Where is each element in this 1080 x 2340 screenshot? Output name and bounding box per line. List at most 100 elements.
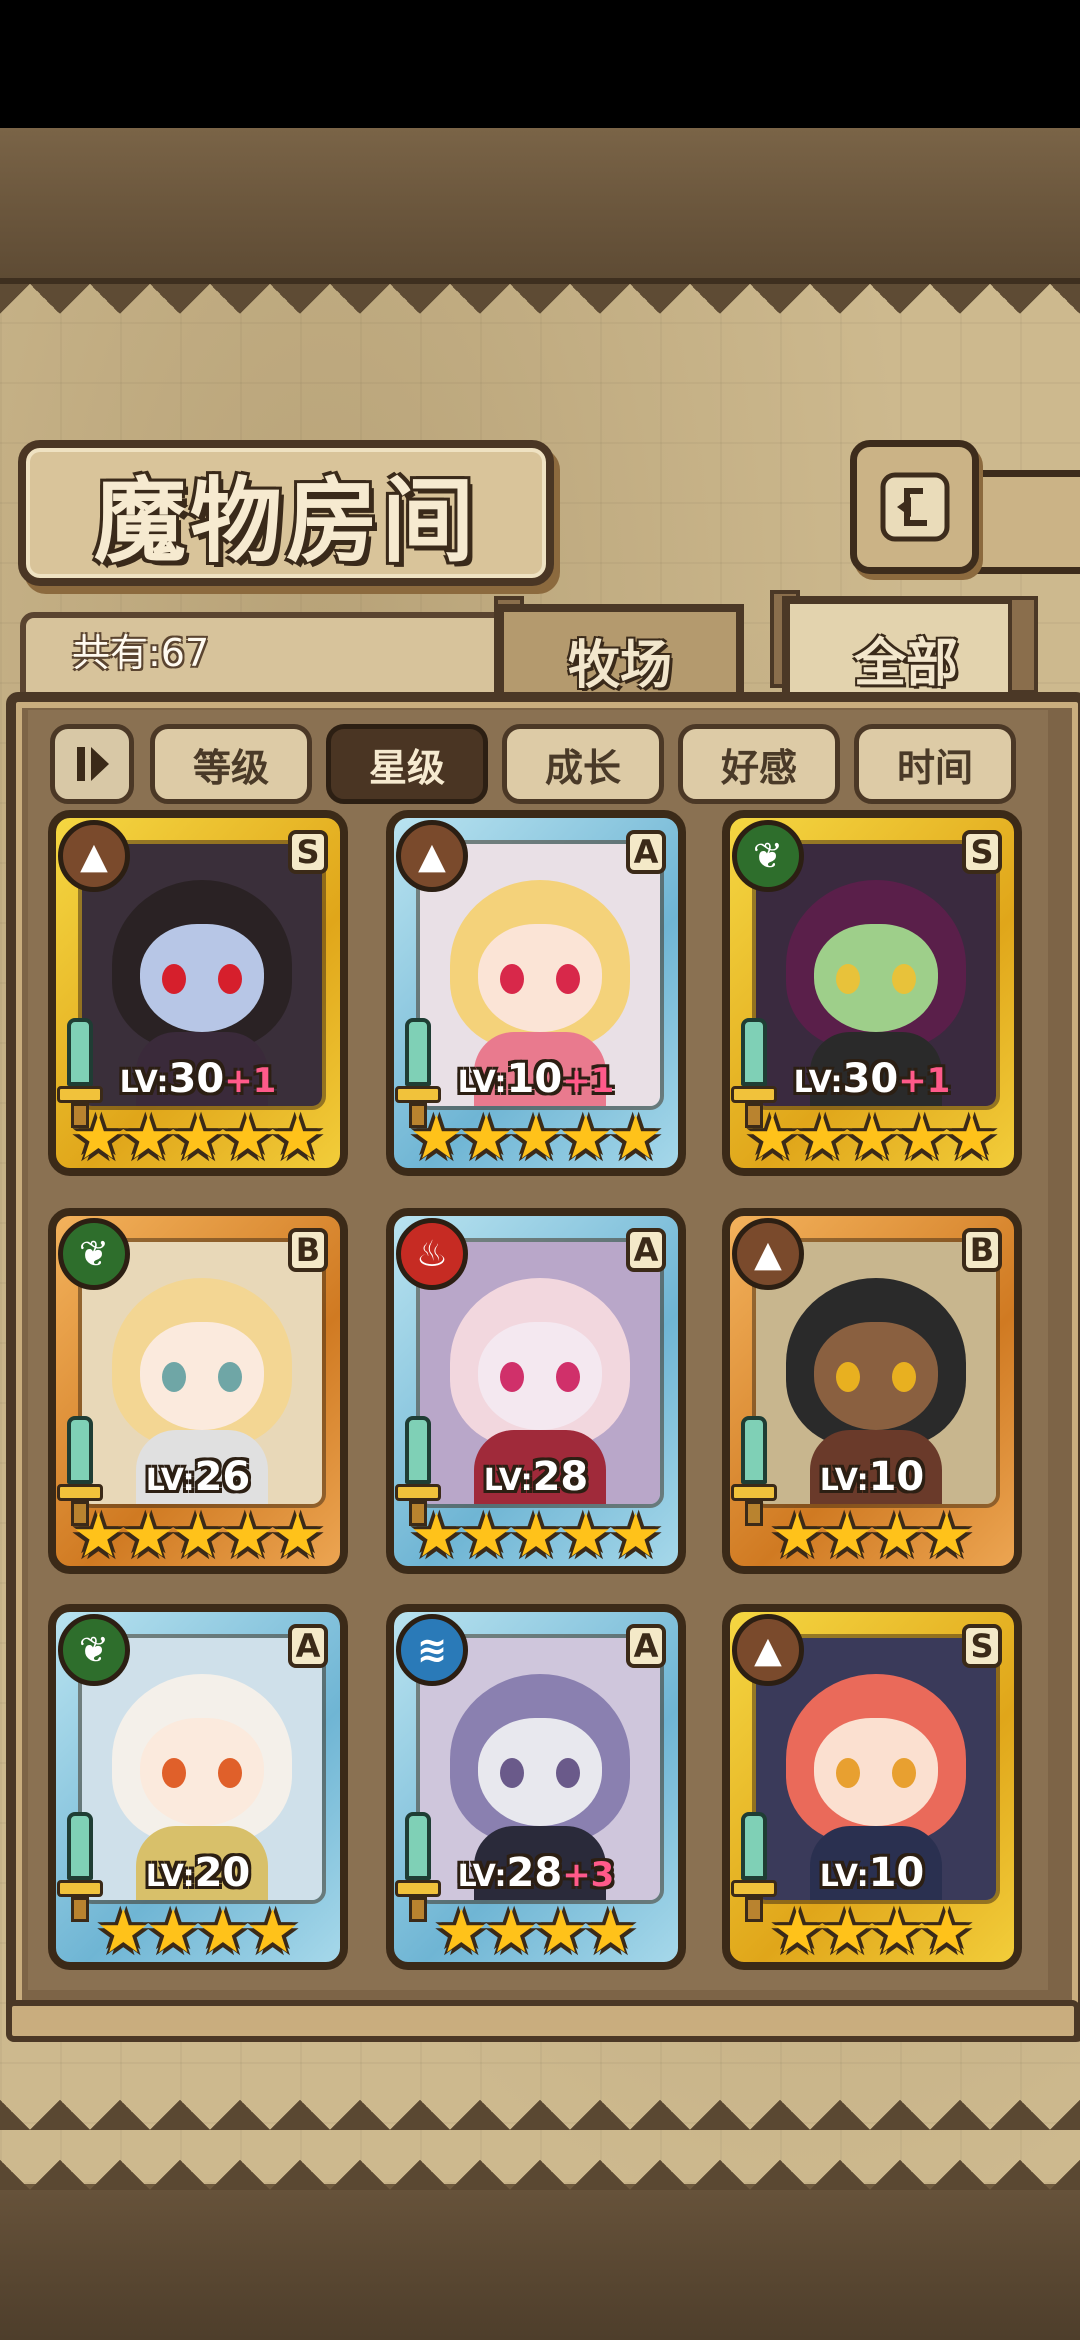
- star-rating: ★ ★ ★ ★ ★: [410, 1103, 663, 1173]
- star-icon: ★: [608, 1103, 663, 1173]
- monster-card[interactable]: ▲ S LV:10 ★ ★ ★ ★: [722, 1604, 1022, 1970]
- star-icon: ★: [870, 1897, 924, 1967]
- star-rating: ★ ★ ★ ★ ★: [746, 1103, 999, 1173]
- level-value: 10: [868, 1850, 925, 1896]
- star-icon: ★: [795, 1103, 850, 1173]
- wood-icon: ❦: [732, 820, 804, 892]
- star-icon: ★: [558, 1103, 613, 1173]
- star-icon: ★: [845, 1103, 899, 1173]
- level-label: LV:10: [730, 1454, 1014, 1500]
- level-prefix: LV:: [145, 1859, 195, 1894]
- sort-order-toggle[interactable]: [50, 724, 134, 804]
- monster-count: 共有:67: [72, 631, 210, 675]
- star-icon: ★: [745, 1103, 800, 1173]
- monster-card[interactable]: ▲ S LV:30+1 ★ ★ ★ ★ ★: [48, 810, 348, 1176]
- monster-card[interactable]: ≋ A LV:28+3 ★ ★ ★ ★: [386, 1604, 686, 1970]
- monster-card[interactable]: ▲ B LV:10 ★ ★ ★ ★: [722, 1208, 1022, 1574]
- earth-icon: ▲: [732, 1614, 804, 1686]
- rank-badge: A: [288, 1624, 328, 1668]
- star-icon: ★: [770, 1501, 825, 1571]
- sort-time-button[interactable]: 时间: [854, 724, 1016, 804]
- level-value: 10: [868, 1454, 925, 1500]
- star-icon: ★: [220, 1103, 275, 1173]
- tab-ornament: [1008, 596, 1038, 694]
- level-prefix: LV:: [457, 1065, 507, 1100]
- sort-stars-button[interactable]: 星级: [326, 724, 488, 804]
- level-value: 26: [194, 1454, 251, 1500]
- star-icon: ★: [96, 1897, 151, 1967]
- star-icon: ★: [509, 1103, 563, 1173]
- star-icon: ★: [820, 1897, 874, 1967]
- monster-card[interactable]: ❦ S LV:30+1 ★ ★ ★ ★ ★: [722, 810, 1022, 1176]
- panel-rail: [6, 2000, 1080, 2042]
- top-border: [0, 128, 1080, 284]
- star-icon: ★: [270, 1501, 325, 1571]
- star-icon: ★: [770, 1897, 825, 1967]
- level-prefix: LV:: [819, 1463, 869, 1498]
- star-icon: ★: [509, 1501, 563, 1571]
- star-icon: ★: [196, 1897, 250, 1967]
- wood-icon: ❦: [58, 1614, 130, 1686]
- level-value: 28: [532, 1454, 589, 1500]
- star-rating: ★ ★ ★ ★: [76, 1902, 320, 1962]
- sort-direction-icon: [77, 747, 109, 781]
- rank-badge: A: [626, 1228, 666, 1272]
- wood-icon: ❦: [58, 1218, 130, 1290]
- level-prefix: LV:: [145, 1463, 195, 1498]
- level-label: LV:10: [730, 1850, 1014, 1896]
- level-label: LV:30+1: [730, 1056, 1014, 1102]
- star-icon: ★: [894, 1103, 949, 1173]
- sort-affinity-button[interactable]: 好感: [678, 724, 840, 804]
- level-prefix: LV:: [819, 1859, 869, 1894]
- star-icon: ★: [71, 1501, 126, 1571]
- level-bonus: +1: [562, 1061, 615, 1101]
- star-icon: ★: [71, 1103, 126, 1173]
- status-bar: [0, 0, 1080, 128]
- star-icon: ★: [484, 1897, 538, 1967]
- monster-card[interactable]: ♨ A LV:28 ★ ★ ★ ★ ★: [386, 1208, 686, 1574]
- level-value: 28: [506, 1850, 563, 1896]
- back-button[interactable]: [850, 440, 979, 574]
- level-bonus: +3: [562, 1855, 615, 1895]
- star-icon: ★: [944, 1103, 999, 1173]
- sort-growth-button[interactable]: 成长: [502, 724, 664, 804]
- star-icon: ★: [409, 1501, 464, 1571]
- star-rating: ★ ★ ★ ★ ★: [410, 1501, 663, 1571]
- monster-card[interactable]: ❦ B LV:26 ★ ★ ★ ★ ★: [48, 1208, 348, 1574]
- star-icon: ★: [171, 1501, 225, 1571]
- star-icon: ★: [558, 1501, 613, 1571]
- rank-badge: B: [962, 1228, 1002, 1272]
- star-icon: ★: [820, 1501, 874, 1571]
- earth-icon: ▲: [396, 820, 468, 892]
- sort-level-button[interactable]: 等级: [150, 724, 312, 804]
- star-icon: ★: [220, 1501, 275, 1571]
- star-icon: ★: [121, 1501, 176, 1571]
- level-label: LV:10+1: [394, 1056, 678, 1102]
- return-arrow-icon: [880, 472, 949, 542]
- level-label: LV:30+1: [56, 1056, 340, 1102]
- star-icon: ★: [270, 1103, 325, 1173]
- star-icon: ★: [534, 1897, 588, 1967]
- level-prefix: LV:: [457, 1859, 507, 1894]
- star-icon: ★: [459, 1501, 514, 1571]
- level-value: 10: [506, 1056, 563, 1102]
- level-bonus: +1: [898, 1061, 951, 1101]
- monster-card[interactable]: ❦ A LV:20 ★ ★ ★ ★: [48, 1604, 348, 1970]
- level-label: LV:20: [56, 1850, 340, 1896]
- earth-icon: ▲: [58, 820, 130, 892]
- star-icon: ★: [919, 1501, 974, 1571]
- star-rating: ★ ★ ★ ★: [414, 1902, 658, 1962]
- level-prefix: LV:: [119, 1065, 169, 1100]
- title-plate: 魔物房间: [18, 440, 554, 586]
- star-rating: ★ ★ ★ ★: [750, 1506, 994, 1566]
- star-icon: ★: [919, 1897, 974, 1967]
- fire-icon: ♨: [396, 1218, 468, 1290]
- zigzag-edge-top: [0, 284, 1080, 344]
- level-label: LV:26: [56, 1454, 340, 1500]
- rank-badge: A: [626, 830, 666, 874]
- zigzag-edge-bottom: [0, 2100, 1080, 2190]
- star-rating: ★ ★ ★ ★: [750, 1902, 994, 1962]
- level-label: LV:28+3: [394, 1850, 678, 1896]
- monster-card[interactable]: ▲ A LV:10+1 ★ ★ ★ ★ ★: [386, 810, 686, 1176]
- earth-icon: ▲: [732, 1218, 804, 1290]
